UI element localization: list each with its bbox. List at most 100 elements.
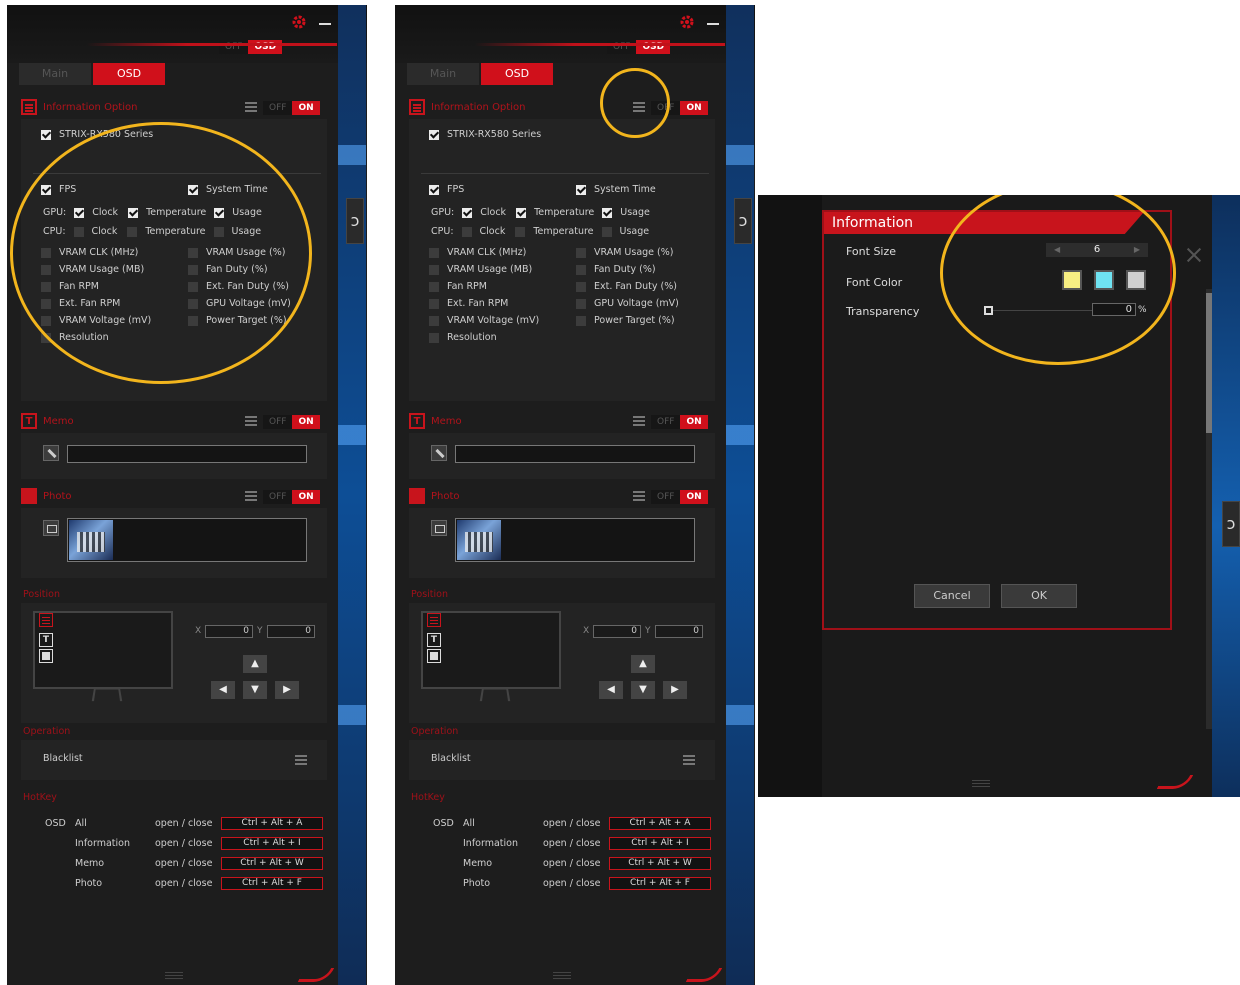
photo-toggle[interactable]: OFF ON bbox=[651, 490, 708, 504]
information-position-icon[interactable] bbox=[427, 613, 441, 627]
checkbox-gpu-temperature[interactable] bbox=[128, 207, 139, 218]
checkbox-device[interactable]: STRIX-RX580 Series bbox=[41, 129, 153, 140]
checkbox-vram-usage-mb[interactable]: VRAM Usage (MB) bbox=[429, 264, 532, 275]
tab-osd[interactable]: OSD bbox=[93, 63, 165, 85]
y-input[interactable]: 0 bbox=[267, 625, 315, 638]
hotkey-field[interactable]: Ctrl + Alt + A bbox=[221, 817, 323, 830]
settings-sliders-icon[interactable] bbox=[245, 491, 257, 502]
decrease-icon[interactable]: ◀ bbox=[1054, 243, 1060, 257]
hotkey-field[interactable]: Ctrl + Alt + F bbox=[221, 877, 323, 890]
checkbox-gpu-voltage[interactable]: GPU Voltage (mV) bbox=[188, 298, 291, 309]
checkbox-gpu-clock[interactable] bbox=[462, 207, 473, 218]
tab-main[interactable]: Main bbox=[19, 63, 91, 85]
blacklist-settings-icon[interactable] bbox=[295, 755, 307, 766]
link-icon[interactable]: ↄ bbox=[734, 198, 752, 244]
y-input[interactable]: 0 bbox=[655, 625, 703, 638]
settings-sliders-icon[interactable] bbox=[633, 416, 645, 427]
memo-toggle[interactable]: OFF ON bbox=[651, 415, 708, 429]
memo-toggle[interactable]: OFF ON bbox=[263, 415, 320, 429]
tab-main[interactable]: Main bbox=[407, 63, 479, 85]
memo-position-icon[interactable]: T bbox=[427, 633, 441, 647]
checkbox-resolution[interactable]: Resolution bbox=[429, 332, 497, 343]
checkbox-fps[interactable]: FPS bbox=[429, 184, 464, 195]
checkbox-system-time[interactable]: System Time bbox=[576, 184, 656, 195]
photo-position-icon[interactable] bbox=[427, 649, 441, 663]
checkbox-resolution[interactable]: Resolution bbox=[41, 332, 109, 343]
toggle-off[interactable]: OFF bbox=[263, 101, 293, 115]
image-icon[interactable] bbox=[43, 520, 59, 536]
move-up-button[interactable]: ▲ bbox=[631, 655, 655, 673]
cancel-button[interactable]: Cancel bbox=[914, 584, 990, 608]
toggle-on[interactable]: ON bbox=[292, 415, 320, 429]
osd-master-toggle[interactable]: OFF OSD bbox=[607, 40, 671, 54]
toggle-on[interactable]: ON bbox=[680, 415, 708, 429]
toggle-on[interactable]: ON bbox=[680, 490, 708, 504]
checkbox-cpu-usage[interactable] bbox=[601, 226, 612, 237]
checkbox-vram-clk[interactable]: VRAM CLK (MHz) bbox=[429, 247, 526, 258]
photo-position-icon[interactable] bbox=[39, 649, 53, 663]
checkbox-vram-voltage[interactable]: VRAM Voltage (mV) bbox=[41, 315, 151, 326]
checkbox-vram-voltage[interactable]: VRAM Voltage (mV) bbox=[429, 315, 539, 326]
move-left-button[interactable]: ◀ bbox=[211, 681, 235, 699]
transparency-slider[interactable] bbox=[986, 310, 1092, 311]
color-swatch-cyan[interactable] bbox=[1094, 270, 1114, 290]
toggle-off[interactable]: OFF bbox=[651, 415, 681, 429]
checkbox-ext-fan-rpm[interactable]: Ext. Fan RPM bbox=[429, 298, 508, 309]
x-input[interactable]: 0 bbox=[205, 625, 253, 638]
move-left-button[interactable]: ◀ bbox=[599, 681, 623, 699]
font-size-stepper[interactable]: ◀ 6 ▶ bbox=[1046, 243, 1148, 257]
checkbox-cpu-temperature[interactable] bbox=[515, 226, 526, 237]
memo-input[interactable] bbox=[455, 445, 695, 463]
checkbox-vram-clk[interactable]: VRAM CLK (MHz) bbox=[41, 247, 138, 258]
checkbox-gpu-usage[interactable] bbox=[214, 207, 225, 218]
transparency-slider-handle[interactable] bbox=[984, 306, 993, 315]
monitor-preview[interactable] bbox=[33, 611, 173, 689]
hotkey-field[interactable]: Ctrl + Alt + I bbox=[221, 837, 323, 850]
hotkey-field[interactable]: Ctrl + Alt + F bbox=[609, 877, 711, 890]
checkbox-vram-usage-pct[interactable]: VRAM Usage (%) bbox=[188, 247, 286, 258]
information-toggle[interactable]: OFF ON bbox=[263, 101, 320, 115]
photo-toggle[interactable]: OFF ON bbox=[263, 490, 320, 504]
color-swatch-gray[interactable] bbox=[1126, 270, 1146, 290]
checkbox-device[interactable]: STRIX-RX580 Series bbox=[429, 129, 541, 140]
gear-icon[interactable] bbox=[679, 14, 695, 30]
scrollbar-thumb[interactable] bbox=[1206, 293, 1212, 433]
pencil-icon[interactable] bbox=[43, 445, 59, 461]
checkbox-power-target[interactable]: Power Target (%) bbox=[188, 315, 287, 326]
toggle-on[interactable]: OSD bbox=[248, 40, 283, 54]
checkbox-gpu-clock[interactable] bbox=[74, 207, 85, 218]
checkbox-cpu-temperature[interactable] bbox=[127, 226, 138, 237]
monitor-preview[interactable] bbox=[421, 611, 561, 689]
toggle-on[interactable]: ON bbox=[680, 101, 708, 115]
move-down-button[interactable]: ▼ bbox=[243, 681, 267, 699]
toggle-off[interactable]: OFF bbox=[219, 40, 249, 54]
image-icon[interactable] bbox=[431, 520, 447, 536]
increase-icon[interactable]: ▶ bbox=[1134, 243, 1140, 257]
resize-grip[interactable] bbox=[165, 972, 183, 979]
osd-master-toggle[interactable]: OFF OSD bbox=[219, 40, 283, 54]
link-icon[interactable]: ↄ bbox=[346, 198, 364, 244]
hotkey-field[interactable]: Ctrl + Alt + A bbox=[609, 817, 711, 830]
move-down-button[interactable]: ▼ bbox=[631, 681, 655, 699]
gear-icon[interactable] bbox=[291, 14, 307, 30]
toggle-on[interactable]: OSD bbox=[636, 40, 671, 54]
information-toggle[interactable]: OFF ON bbox=[651, 101, 708, 115]
checkbox-fan-duty[interactable]: Fan Duty (%) bbox=[188, 264, 268, 275]
checkbox-vram-usage-mb[interactable]: VRAM Usage (MB) bbox=[41, 264, 144, 275]
checkbox-cpu-clock[interactable] bbox=[73, 226, 84, 237]
checkbox-vram-usage-pct[interactable]: VRAM Usage (%) bbox=[576, 247, 674, 258]
hotkey-field[interactable]: Ctrl + Alt + I bbox=[609, 837, 711, 850]
minimize-icon[interactable] bbox=[319, 23, 331, 25]
toggle-on[interactable]: ON bbox=[292, 101, 320, 115]
resize-grip[interactable] bbox=[553, 972, 571, 979]
checkbox-ext-fan-duty[interactable]: Ext. Fan Duty (%) bbox=[576, 281, 677, 292]
hotkey-field[interactable]: Ctrl + Alt + W bbox=[609, 857, 711, 870]
information-position-icon[interactable] bbox=[39, 613, 53, 627]
checkbox-gpu-usage[interactable] bbox=[602, 207, 613, 218]
link-icon[interactable]: ↄ bbox=[1222, 501, 1240, 547]
move-right-button[interactable]: ▶ bbox=[275, 681, 299, 699]
checkbox-fps[interactable]: FPS bbox=[41, 184, 76, 195]
toggle-off[interactable]: OFF bbox=[263, 415, 293, 429]
toggle-on[interactable]: ON bbox=[292, 490, 320, 504]
toggle-off[interactable]: OFF bbox=[651, 101, 681, 115]
